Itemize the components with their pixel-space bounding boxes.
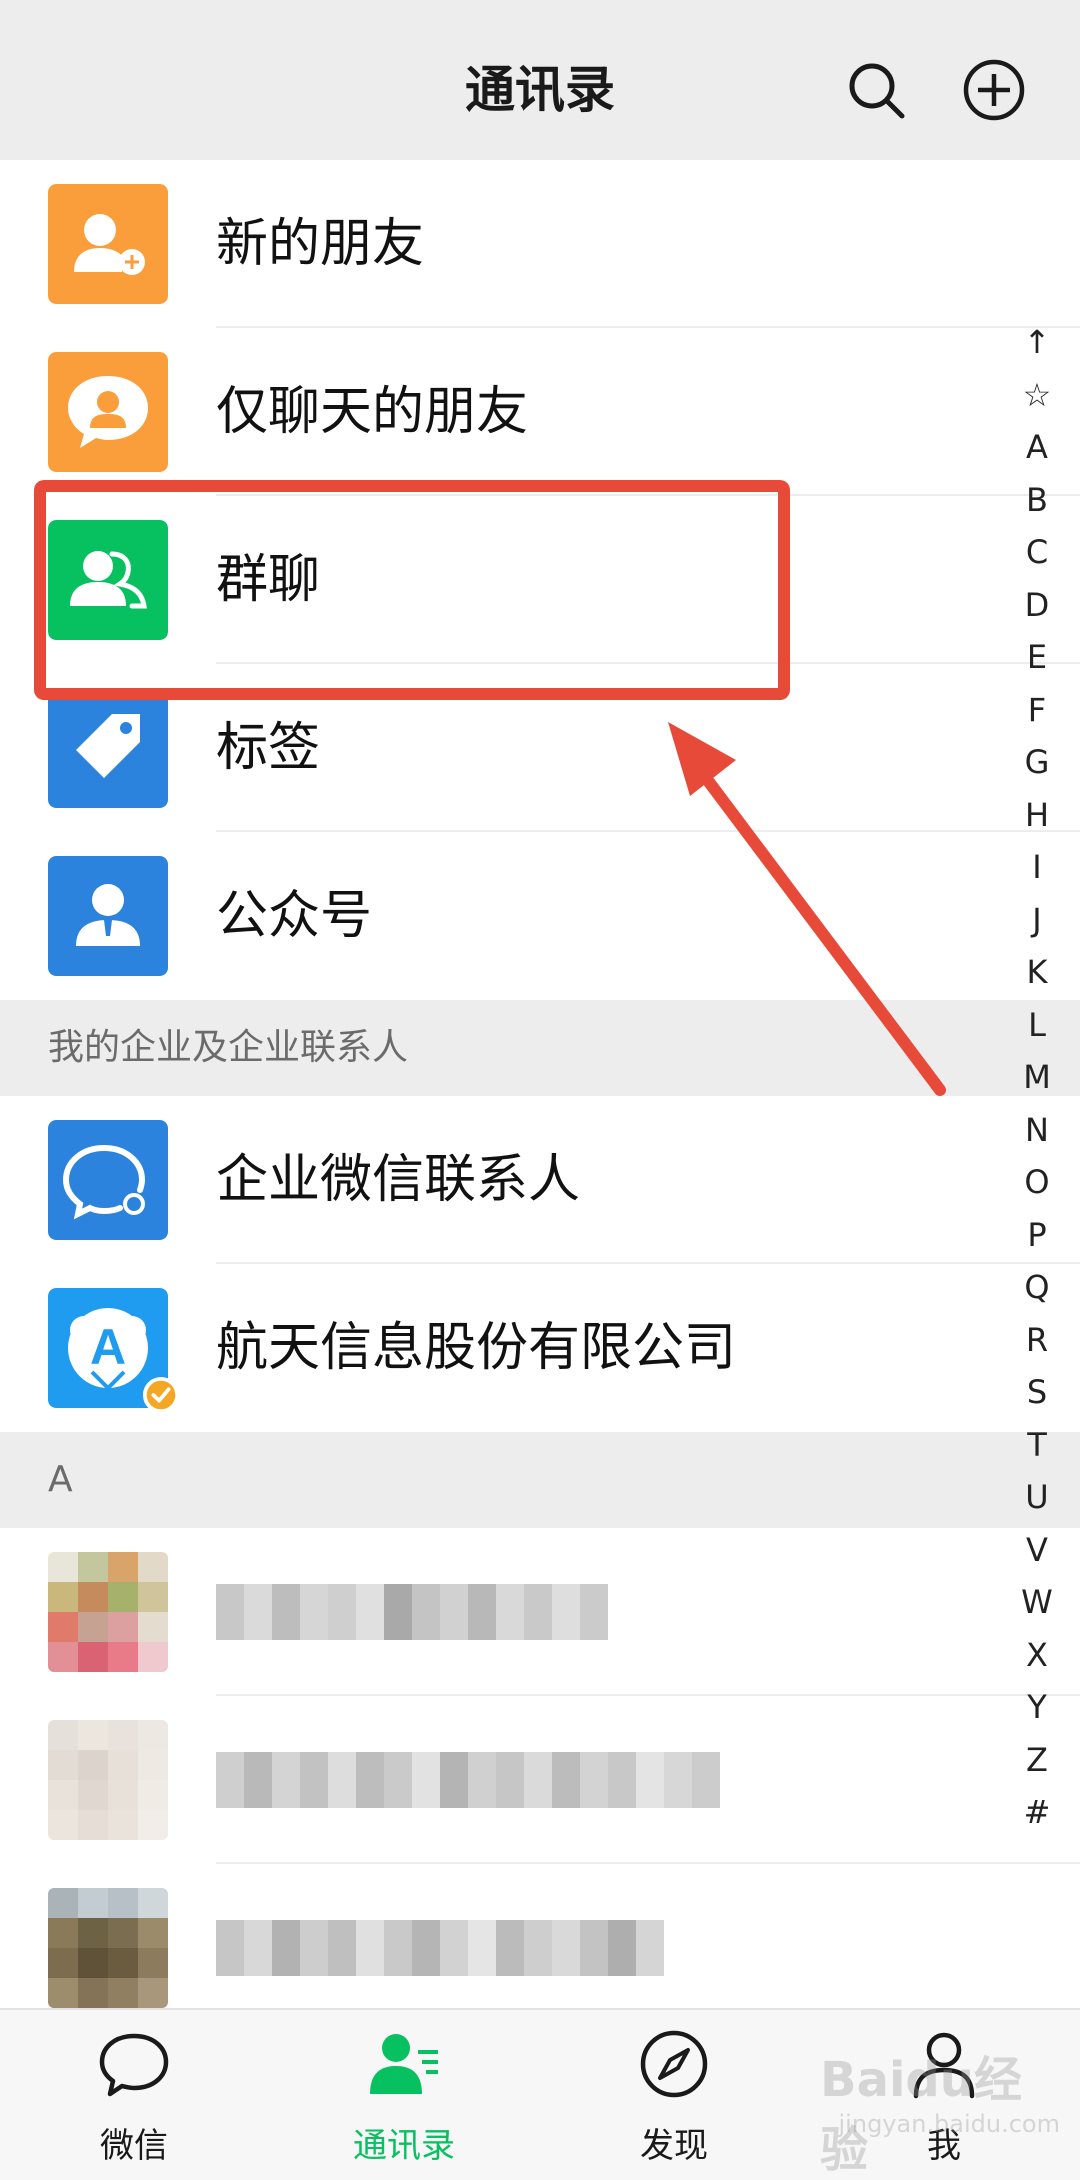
index-letter[interactable]: U [1004, 1471, 1070, 1524]
bottom-tab-bar: 微信 通讯录 发现 我 [0, 2008, 1080, 2180]
top-header: 通讯录 [0, 0, 1080, 160]
contacts-list: 新的朋友 仅聊天的朋友 群聊 标签 公众号 我的企业及企业联系人 企业微信联系人… [0, 160, 1080, 2032]
menu-item-company[interactable]: A 航天信息股份有限公司 [0, 1264, 1080, 1432]
index-letter[interactable]: H [1004, 789, 1070, 842]
index-letter[interactable]: ☆ [1004, 369, 1070, 422]
index-letter[interactable]: F [1004, 684, 1070, 737]
index-letter[interactable]: # [1004, 1786, 1070, 1839]
contact-name-blurred [216, 1584, 608, 1640]
contact-name-blurred [216, 1920, 664, 1976]
contact-avatar [48, 1888, 168, 2008]
index-letter[interactable]: G [1004, 736, 1070, 789]
index-letter[interactable]: W [1004, 1576, 1070, 1629]
index-letter[interactable]: V [1004, 1524, 1070, 1577]
index-letter[interactable]: M [1004, 1051, 1070, 1104]
tab-label: 微信 [100, 2126, 168, 2166]
menu-item-new-friends[interactable]: 新的朋友 [0, 160, 1080, 328]
verified-badge-icon [142, 1376, 180, 1414]
add-button[interactable] [962, 58, 1026, 122]
search-button[interactable] [844, 58, 908, 122]
menu-item-wecom-contacts[interactable]: 企业微信联系人 [0, 1096, 1080, 1264]
company-logo-icon: A [48, 1288, 180, 1414]
menu-item-label: 企业微信联系人 [216, 1150, 581, 1210]
index-letter[interactable]: Y [1004, 1681, 1070, 1734]
contact-avatar [48, 1720, 168, 1840]
index-letter[interactable]: C [1004, 526, 1070, 579]
tab-label: 我 [927, 2126, 961, 2166]
plus-circle-icon [963, 59, 1025, 121]
search-icon [849, 63, 905, 119]
index-letter[interactable]: A [1004, 421, 1070, 474]
contact-avatar [48, 1552, 168, 1672]
page-title: 通讯录 [465, 61, 615, 119]
tab-label: 通讯录 [353, 2126, 455, 2166]
section-header-letter: A [0, 1432, 1080, 1528]
tag-icon [48, 688, 168, 808]
chat-bubble-icon [99, 2033, 169, 2097]
section-header-enterprise: 我的企业及企业联系人 [0, 1000, 1080, 1096]
index-letter[interactable]: L [1004, 999, 1070, 1052]
menu-item-label: 航天信息股份有限公司 [216, 1318, 737, 1378]
index-letter[interactable]: R [1004, 1314, 1070, 1367]
index-letter[interactable]: X [1004, 1629, 1070, 1682]
tab-me[interactable]: 我 [844, 2010, 1044, 2180]
contact-row[interactable] [0, 1864, 1080, 2032]
contact-row[interactable] [0, 1528, 1080, 1696]
compass-icon [640, 2030, 708, 2098]
add-friend-icon [48, 184, 168, 304]
chat-only-friend-icon [48, 352, 168, 472]
index-letter[interactable]: J [1004, 894, 1070, 947]
section-title: 我的企业及企业联系人 [48, 1027, 409, 1068]
tab-chats[interactable]: 微信 [34, 2010, 234, 2180]
menu-item-official-accounts[interactable]: 公众号 [0, 832, 1080, 1000]
contacts-icon [370, 2034, 438, 2094]
index-letter[interactable]: D [1004, 579, 1070, 632]
section-letter: A [48, 1459, 73, 1500]
index-letter[interactable]: K [1004, 946, 1070, 999]
index-letter[interactable]: N [1004, 1104, 1070, 1157]
annotation-highlight-box [34, 480, 790, 700]
index-letter[interactable]: ↑ [1004, 316, 1070, 369]
person-icon [913, 2032, 975, 2099]
contact-name-blurred [216, 1752, 720, 1808]
tab-contacts[interactable]: 通讯录 [304, 2010, 504, 2180]
menu-item-label: 新的朋友 [216, 214, 425, 274]
index-letter[interactable]: B [1004, 474, 1070, 527]
index-letter[interactable]: E [1004, 631, 1070, 684]
index-letter[interactable]: Z [1004, 1734, 1070, 1787]
menu-item-label: 公众号 [216, 886, 373, 946]
menu-item-label: 仅聊天的朋友 [216, 382, 529, 442]
index-letter[interactable]: O [1004, 1156, 1070, 1209]
contact-row[interactable] [0, 1696, 1080, 1864]
index-letter[interactable]: S [1004, 1366, 1070, 1419]
official-account-icon [48, 856, 168, 976]
index-letter[interactable]: T [1004, 1419, 1070, 1472]
alphabet-index-bar[interactable]: ↑ ☆ A B C D E F G H I J K L M N O P Q R S T U V W X Y Z # [1004, 316, 1070, 1839]
index-letter[interactable]: I [1004, 841, 1070, 894]
menu-item-chat-only-friends[interactable]: 仅聊天的朋友 [0, 328, 1080, 496]
index-letter[interactable]: P [1004, 1209, 1070, 1262]
index-letter[interactable]: Q [1004, 1261, 1070, 1314]
svg-text:A: A [90, 1319, 126, 1375]
tab-discover[interactable]: 发现 [574, 2010, 774, 2180]
tab-label: 发现 [640, 2126, 708, 2166]
wecom-contacts-icon [48, 1120, 168, 1240]
